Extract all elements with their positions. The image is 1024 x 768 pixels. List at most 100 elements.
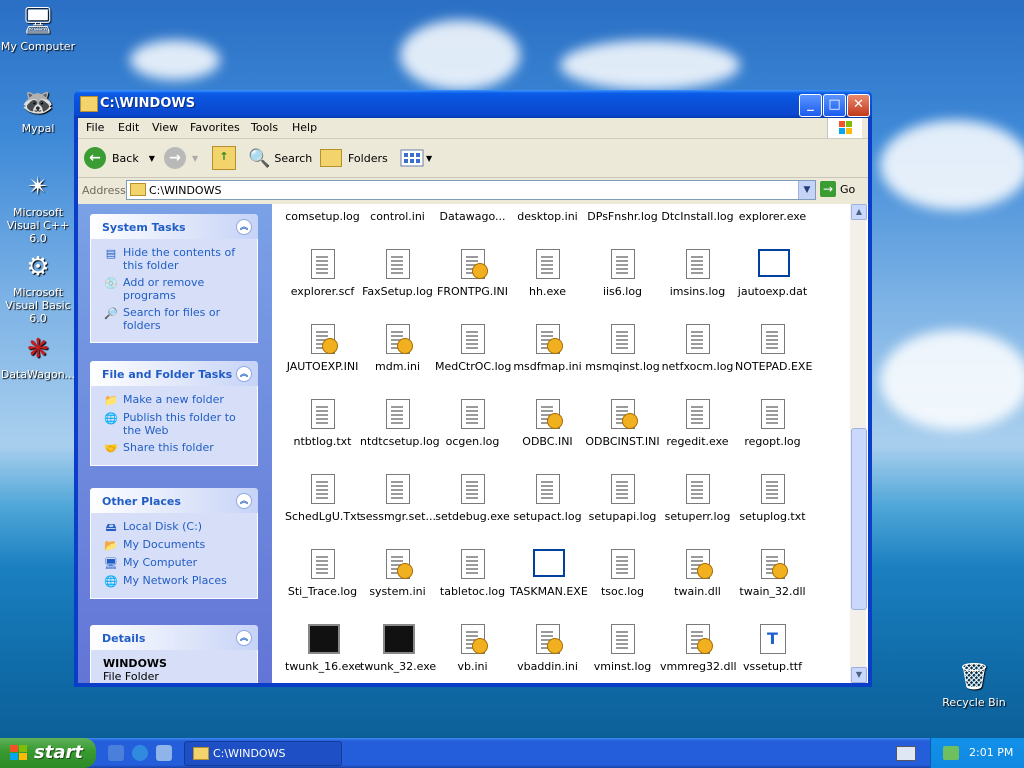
file-item[interactable]: explorer.exe	[735, 204, 810, 223]
file-item[interactable]: MedCtrOC.log	[435, 324, 511, 373]
other-places-header[interactable]: Other Places ︽	[90, 488, 258, 513]
file-item[interactable]: NOTEPAD.EXE	[735, 324, 812, 373]
menu-favorites[interactable]: Favorites	[190, 121, 240, 134]
desktop-icon-my-computer[interactable]: 🖥 My Computer	[0, 4, 76, 53]
file-item[interactable]: twunk_32.exe	[360, 624, 436, 673]
menu-file[interactable]: File	[86, 121, 104, 134]
file-item[interactable]: DtcInstall.log	[660, 204, 735, 223]
file-item[interactable]: tsoc.log	[585, 549, 660, 598]
file-item[interactable]: iis6.log	[585, 249, 660, 298]
file-item[interactable]: setupapi.log	[585, 474, 660, 523]
file-item[interactable]: DPsFnshr.log	[585, 204, 660, 223]
collapse-chevron-icon[interactable]: ︽	[236, 493, 252, 509]
collapse-chevron-icon[interactable]: ︽	[236, 366, 252, 382]
file-item[interactable]: imsins.log	[660, 249, 735, 298]
desktop-icon-mypal[interactable]: 🦝 Mypal	[0, 86, 76, 135]
file-item[interactable]: jautoexp.dat	[735, 249, 810, 298]
place-my-computer[interactable]: 🖥 My Computer	[103, 556, 251, 570]
file-item[interactable]: twunk_16.exe	[285, 624, 361, 673]
file-item[interactable]: setdebug.exe	[435, 474, 510, 523]
desktop-icon-visual-basic[interactable]: ⚙ Microsoft Visual Basic 6.0	[0, 250, 76, 325]
maximize-button[interactable]: □	[823, 94, 846, 117]
up-folder-button[interactable]: ↑	[212, 145, 236, 171]
file-item[interactable]: Datawago...	[435, 204, 510, 223]
network-tray-icon[interactable]	[943, 746, 959, 760]
place-my-documents[interactable]: 📂 My Documents	[103, 538, 251, 552]
file-item[interactable]: Tvssetup.ttf	[735, 624, 810, 673]
system-tasks-header[interactable]: System Tasks ︽	[90, 214, 258, 239]
file-item[interactable]: ocgen.log	[435, 399, 510, 448]
file-item[interactable]: ntbtlog.txt	[285, 399, 360, 448]
file-item[interactable]: msmqinst.log	[585, 324, 660, 373]
details-header[interactable]: Details ︽	[90, 625, 258, 650]
forward-button[interactable]: → ▼	[164, 145, 198, 171]
vertical-scrollbar[interactable]: ▲ ▼	[850, 204, 867, 683]
task-new-folder[interactable]: 📁 Make a new folder	[103, 393, 251, 407]
file-item[interactable]: vbaddin.ini	[510, 624, 585, 673]
back-dropdown-icon[interactable]: ▼	[149, 154, 155, 163]
file-item[interactable]: JAUTOEXP.INI	[285, 324, 360, 373]
file-item[interactable]: setuperr.log	[660, 474, 735, 523]
keyboard-icon[interactable]	[896, 746, 916, 761]
desktop-icon-datawagon[interactable]: ❋ DataWagon...	[0, 332, 76, 381]
file-item[interactable]: setuplog.txt	[735, 474, 810, 523]
desktop-icon-visual-cpp[interactable]: ✴ Microsoft Visual C++ 6.0	[0, 170, 76, 245]
search-button[interactable]: 🔍 Search	[248, 145, 312, 171]
file-item[interactable]: Sti_Trace.log	[285, 549, 360, 598]
scroll-down-button[interactable]: ▼	[851, 667, 867, 683]
collapse-chevron-icon[interactable]: ︽	[236, 219, 252, 235]
file-item[interactable]: comsetup.log	[285, 204, 360, 223]
file-item[interactable]: twain.dll	[660, 549, 735, 598]
views-button[interactable]: ▼	[400, 145, 432, 171]
file-item[interactable]: msdfmap.ini	[510, 324, 585, 373]
task-publish-web[interactable]: 🌐 Publish this folder to the Web	[103, 411, 251, 437]
file-item[interactable]: ODBCINST.INI	[585, 399, 660, 448]
menu-edit[interactable]: Edit	[118, 121, 139, 134]
file-item[interactable]: vb.ini	[435, 624, 510, 673]
minimize-button[interactable]: _	[799, 94, 822, 117]
task-search-files[interactable]: 🔎 Search for files or folders	[103, 306, 251, 332]
scroll-thumb[interactable]	[851, 428, 867, 610]
place-network[interactable]: 🌐 My Network Places	[103, 574, 251, 588]
task-share-folder[interactable]: 🤝 Share this folder	[103, 441, 251, 455]
quicklaunch-media-player-icon[interactable]	[156, 745, 172, 761]
folders-button[interactable]: Folders	[320, 145, 388, 171]
file-item[interactable]: sessmgr.set...	[360, 474, 436, 523]
close-button[interactable]: ✕	[847, 94, 870, 117]
file-item[interactable]: ntdtcsetup.log	[360, 399, 440, 448]
file-folder-tasks-header[interactable]: File and Folder Tasks ︽	[90, 361, 258, 386]
file-item[interactable]: vmmreg32.dll	[660, 624, 737, 673]
menu-view[interactable]: View	[152, 121, 178, 134]
file-item[interactable]: setupact.log	[510, 474, 585, 523]
title-bar[interactable]: C:\WINDOWS _ □ ✕	[74, 90, 872, 118]
file-item[interactable]: tabletoc.log	[435, 549, 510, 598]
desktop-icon-recycle-bin[interactable]: 🗑 Recycle Bin	[936, 660, 1012, 709]
file-item[interactable]: mdm.ini	[360, 324, 435, 373]
file-item[interactable]: desktop.ini	[510, 204, 585, 223]
file-item[interactable]: vminst.log	[585, 624, 660, 673]
menu-help[interactable]: Help	[292, 121, 317, 134]
address-dropdown-button[interactable]: ▼	[798, 181, 815, 199]
go-button[interactable]: → Go	[820, 181, 855, 197]
quicklaunch-ie-icon[interactable]	[132, 745, 148, 761]
quicklaunch-show-desktop-icon[interactable]	[108, 745, 124, 761]
start-button[interactable]: start	[0, 738, 96, 768]
task-hide-contents[interactable]: ▤ Hide the contents of this folder	[103, 246, 251, 272]
file-item[interactable]: explorer.scf	[285, 249, 360, 298]
file-item[interactable]: regopt.log	[735, 399, 810, 448]
file-item[interactable]: regedit.exe	[660, 399, 735, 448]
taskbar-task-windows[interactable]: C:\WINDOWS	[184, 741, 342, 766]
file-item[interactable]: netfxocm.log	[660, 324, 735, 373]
file-item[interactable]: FRONTPG.INI	[435, 249, 510, 298]
file-item[interactable]: SchedLgU.Txt	[285, 474, 361, 523]
scroll-up-button[interactable]: ▲	[851, 204, 867, 220]
collapse-chevron-icon[interactable]: ︽	[236, 630, 252, 646]
task-add-remove-programs[interactable]: 💿 Add or remove programs	[103, 276, 251, 302]
place-local-disk[interactable]: 🖴 Local Disk (C:)	[103, 520, 251, 534]
file-item[interactable]: hh.exe	[510, 249, 585, 298]
back-button[interactable]: ← Back ▼	[84, 145, 155, 171]
file-item[interactable]: control.ini	[360, 204, 435, 223]
file-item[interactable]: ODBC.INI	[510, 399, 585, 448]
file-item[interactable]: FaxSetup.log	[360, 249, 435, 298]
menu-tools[interactable]: Tools	[251, 121, 278, 134]
